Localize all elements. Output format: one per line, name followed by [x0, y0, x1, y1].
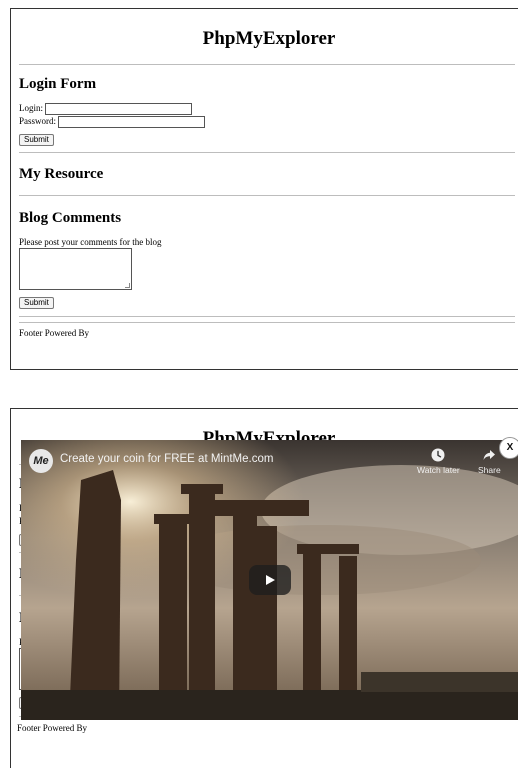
divider [19, 64, 515, 65]
blog-comments-heading: Blog Comments [19, 209, 122, 226]
login-label: Login: [19, 103, 43, 113]
blog-prompt: Please post your comments for the blog [19, 236, 162, 247]
close-ad-button[interactable]: X [499, 437, 518, 459]
video-header: Me Create your coin for FREE at MintMe.c… [21, 440, 518, 484]
password-row: Password: [19, 115, 518, 128]
page-screenshot-before: PhpMyExplorer Login Form Login: Password… [10, 8, 518, 370]
divider [19, 321, 515, 323]
clock-icon [431, 448, 445, 462]
video-title[interactable]: Create your coin for FREE at MintMe.com [60, 453, 273, 465]
play-button[interactable] [249, 565, 291, 595]
video-ad-player[interactable]: Me Create your coin for FREE at MintMe.c… [21, 440, 518, 720]
comment-textarea[interactable] [19, 247, 132, 290]
divider [19, 194, 515, 196]
footer-text: Footer Powered By [19, 327, 89, 338]
password-label: Password: [19, 115, 57, 126]
page-content: PhpMyExplorer Login Form Login: Password… [11, 9, 518, 338]
watch-later-button[interactable]: Watch later [417, 448, 460, 475]
comment-submit-button[interactable]: Submit [19, 296, 54, 309]
divider [19, 315, 515, 317]
login-input[interactable] [45, 102, 193, 115]
login-form-heading: Login Form [19, 76, 97, 92]
login-row: Login: [19, 102, 518, 115]
play-icon [266, 575, 275, 585]
watch-later-label: Watch later [417, 465, 460, 475]
resource-heading: My Resource [19, 165, 104, 182]
login-submit-button[interactable]: Submit [19, 133, 54, 146]
share-arrow-icon [483, 450, 496, 460]
page-title: PhpMyExplorer [202, 28, 336, 49]
divider [19, 151, 515, 153]
share-label: Share [478, 465, 501, 475]
share-button[interactable]: Share [478, 448, 501, 475]
footer-text: Footer Powered By [17, 723, 87, 733]
password-input[interactable] [58, 115, 206, 128]
channel-logo[interactable]: Me [29, 449, 53, 473]
resize-handle-icon[interactable] [125, 282, 130, 288]
